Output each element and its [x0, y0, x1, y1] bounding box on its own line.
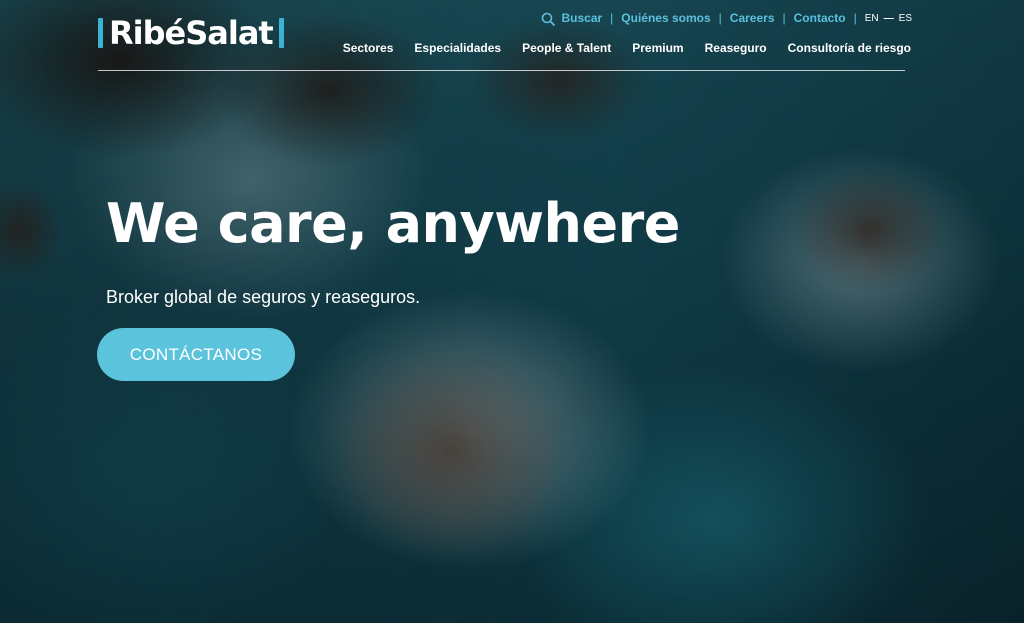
link-quienes-somos[interactable]: Quiénes somos — [621, 11, 710, 25]
search-link[interactable]: Buscar — [541, 11, 602, 26]
contact-button[interactable]: CONTÁCTANOS — [97, 328, 295, 381]
top-utility-bar: Buscar | Quiénes somos | Careers | Conta… — [541, 11, 912, 26]
nav-item-sectores[interactable]: Sectores — [343, 41, 394, 55]
search-icon — [542, 12, 556, 26]
hero-background-image — [0, 0, 1024, 623]
logo-bar-left — [98, 18, 103, 48]
separator: | — [853, 11, 857, 26]
hero-title: We care, anywhere — [106, 192, 680, 255]
nav-item-especialidades[interactable]: Especialidades — [414, 41, 501, 55]
lang-en[interactable]: EN — [865, 13, 879, 24]
hero-subtitle: Broker global de seguros y reaseguros. — [106, 287, 421, 307]
nav-item-reaseguro[interactable]: Reaseguro — [705, 41, 767, 55]
separator: | — [610, 11, 614, 26]
site-header: RibéSalat Buscar | Quiénes somos | Caree… — [0, 0, 1024, 80]
link-careers[interactable]: Careers — [730, 11, 775, 25]
logo-text: RibéSalat — [109, 14, 274, 52]
header-divider — [98, 70, 905, 71]
ribesalat-logo[interactable]: RibéSalat — [98, 12, 284, 54]
link-contacto[interactable]: Contacto — [794, 11, 846, 25]
separator: | — [718, 11, 722, 26]
separator: | — [782, 11, 786, 26]
nav-item-premium[interactable]: Premium — [632, 41, 683, 55]
logo-bar-right — [278, 18, 284, 48]
nav-item-consultoria-riesgo[interactable]: Consultoría de riesgo — [788, 41, 911, 55]
main-nav: Sectores Especialidades People & Talent … — [343, 41, 911, 55]
lang-es[interactable]: ES — [899, 13, 912, 24]
lang-dash: — — [883, 12, 894, 24]
nav-item-people-talent[interactable]: People & Talent — [522, 41, 611, 55]
search-label: Buscar — [561, 11, 603, 25]
